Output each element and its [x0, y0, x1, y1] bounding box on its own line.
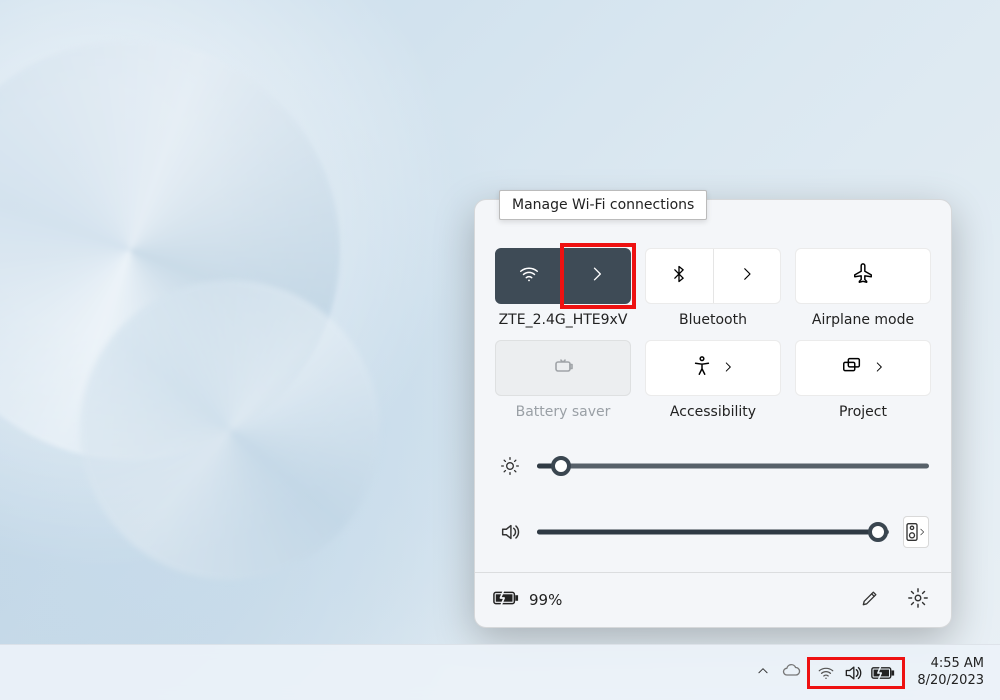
bluetooth-expand-button[interactable]: [713, 249, 781, 303]
brightness-slider[interactable]: [537, 456, 929, 476]
quick-settings-tiles: ZTE_2.4G_HTE9xV Bluetooth: [495, 248, 931, 424]
volume-icon: [843, 663, 863, 683]
accessibility-icon: [691, 355, 713, 381]
taskbar: 4:55 AM 8/20/2023: [0, 644, 1000, 700]
battery-saver-tile: [495, 340, 631, 396]
quick-settings-panel: Manage Wi-Fi connections: [474, 199, 952, 628]
airplane-icon: [852, 263, 874, 289]
wifi-icon: [817, 664, 835, 682]
project-tile-label: Project: [839, 404, 887, 424]
edit-quick-settings-button[interactable]: [855, 585, 885, 615]
wifi-toggle[interactable]: [496, 249, 563, 303]
accessibility-tile-label: Accessibility: [670, 404, 756, 424]
wifi-tile-label: ZTE_2.4G_HTE9xV: [499, 312, 628, 332]
volume-slider[interactable]: [537, 522, 889, 542]
gear-icon: [907, 587, 929, 613]
airplane-mode-tile[interactable]: [795, 248, 931, 304]
chevron-right-icon: [721, 359, 735, 378]
airplane-tile-label: Airplane mode: [812, 312, 914, 332]
battery-saver-icon: [551, 354, 575, 382]
chevron-up-icon: [756, 666, 770, 682]
taskbar-date: 8/20/2023: [917, 673, 984, 689]
bluetooth-toggle[interactable]: [646, 249, 713, 303]
brightness-icon: [497, 456, 523, 476]
wifi-icon: [518, 263, 540, 289]
tray-network-sound-battery[interactable]: [809, 659, 903, 687]
battery-percent-text: 99%: [529, 591, 562, 609]
wifi-manage-tooltip: Manage Wi-Fi connections: [499, 190, 707, 220]
cloud-icon: [781, 665, 801, 685]
pencil-icon: [860, 588, 880, 612]
quick-settings-footer: 99%: [475, 572, 951, 627]
wifi-expand-button[interactable]: [563, 249, 631, 303]
accessibility-tile[interactable]: [645, 340, 781, 396]
bluetooth-icon: [669, 264, 689, 288]
project-icon: [840, 355, 864, 381]
battery-charging-icon: [493, 589, 519, 611]
taskbar-clock[interactable]: 4:55 AM 8/20/2023: [907, 656, 990, 689]
volume-slider-row: [497, 516, 929, 548]
project-tile[interactable]: [795, 340, 931, 396]
settings-button[interactable]: [903, 585, 933, 615]
volume-icon: [497, 521, 523, 543]
battery-charging-icon: [871, 665, 895, 681]
tray-overflow-button[interactable]: [749, 664, 777, 682]
tray-onedrive-button[interactable]: [777, 660, 805, 685]
chevron-right-icon: [872, 359, 886, 378]
taskbar-time: 4:55 AM: [917, 656, 984, 672]
audio-output-button[interactable]: [903, 516, 929, 548]
wifi-tile[interactable]: [495, 248, 631, 304]
battery-status-button[interactable]: 99%: [493, 589, 562, 611]
bluetooth-tile[interactable]: [645, 248, 781, 304]
battery-saver-tile-label: Battery saver: [516, 404, 611, 424]
brightness-slider-row: [497, 456, 929, 476]
chevron-right-icon: [738, 265, 756, 287]
chevron-right-icon: [587, 264, 607, 288]
bluetooth-tile-label: Bluetooth: [679, 312, 747, 332]
